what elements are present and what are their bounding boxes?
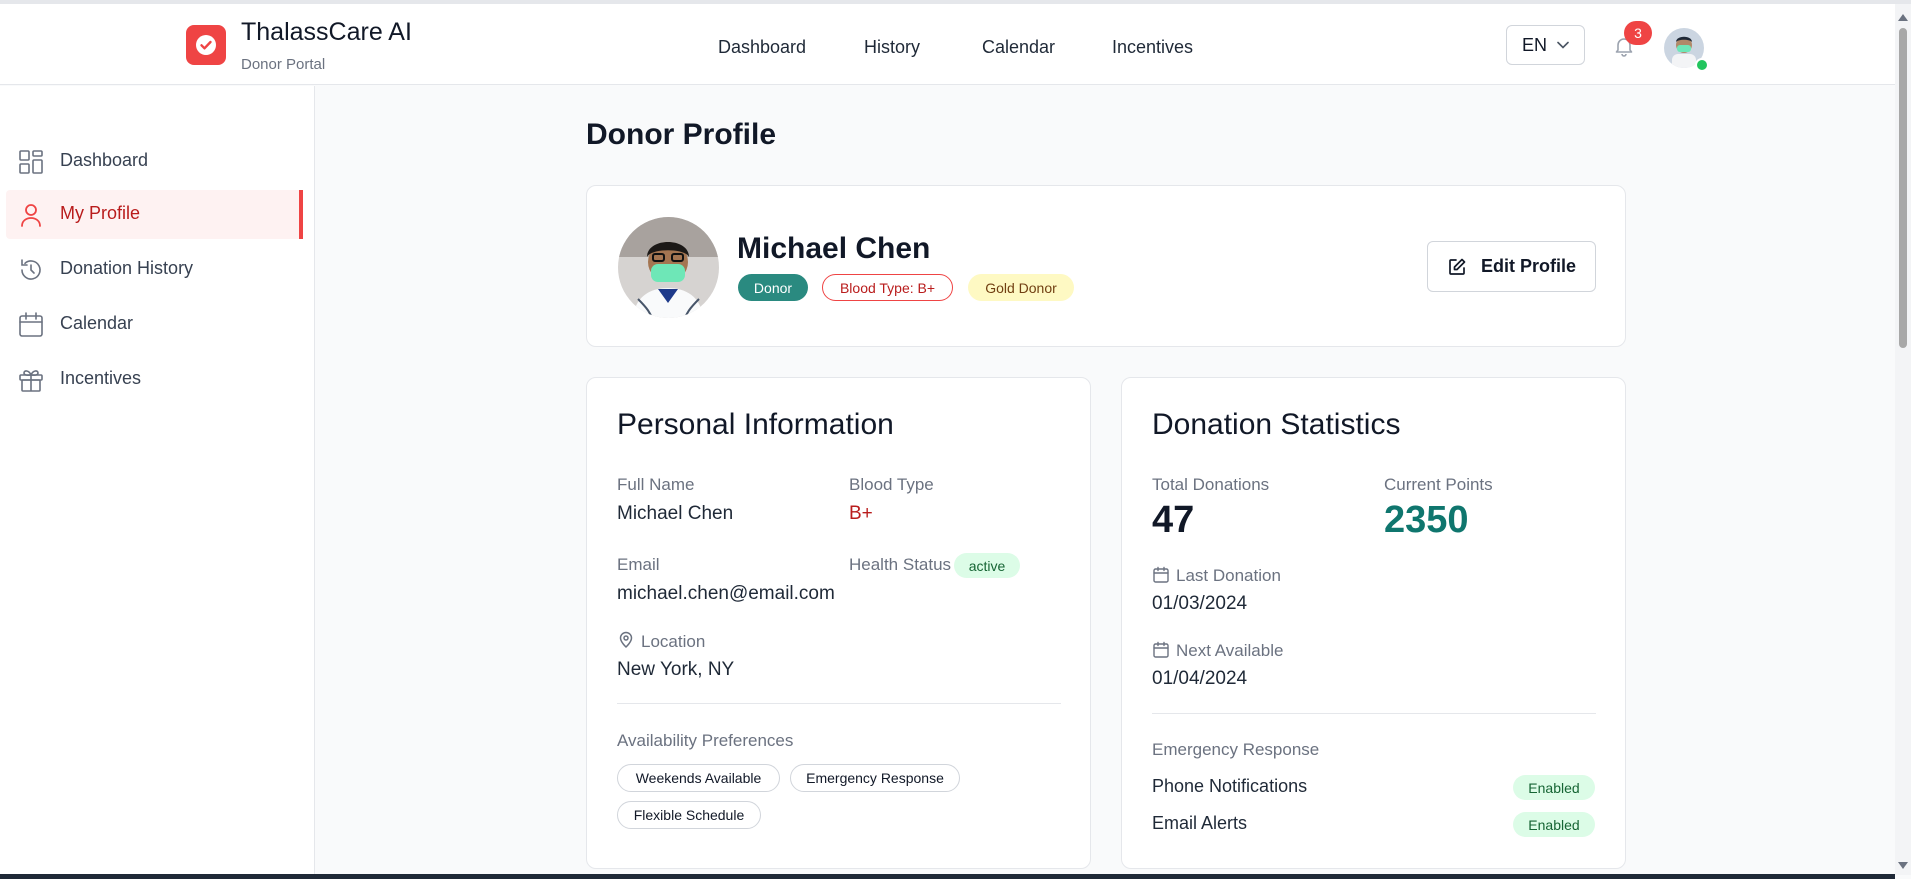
personal-info-title: Personal Information: [617, 408, 894, 441]
dashboard-icon: [19, 150, 43, 174]
phone-notifications-status[interactable]: Enabled: [1513, 775, 1595, 800]
edit-profile-button[interactable]: Edit Profile: [1427, 241, 1596, 292]
sidebar-item-label: My Profile: [60, 203, 141, 223]
availability-chip-weekends: Weekends Available: [617, 764, 780, 792]
availability-chip-flexible: Flexible Schedule: [617, 801, 761, 829]
user-icon: [21, 204, 41, 227]
health-status-badge: active: [954, 553, 1020, 578]
page-title: Donor Profile: [586, 118, 777, 151]
section-divider: [1152, 713, 1596, 714]
email-value: michael.chen@email.com: [617, 583, 835, 604]
sidebar-item-calendar[interactable]: Calendar: [6, 300, 303, 349]
sidebar-item-label: Incentives: [60, 368, 142, 388]
sidebar: Dashboard My Profile Donation History Ca…: [0, 86, 315, 874]
blood-type-label: Blood Type: [849, 475, 934, 494]
sidebar-item-label: Dashboard: [60, 150, 149, 170]
section-divider: [617, 703, 1061, 704]
sidebar-item-label: Calendar: [60, 313, 134, 333]
edit-icon: [1449, 258, 1466, 275]
language-select[interactable]: EN: [1506, 25, 1585, 65]
sidebar-item-donation-history[interactable]: Donation History: [6, 245, 303, 294]
availability-chip-emergency: Emergency Response: [790, 764, 960, 792]
sidebar-item-label: Donation History: [60, 258, 194, 278]
edit-profile-label: Edit Profile: [1480, 256, 1576, 276]
language-value: EN: [1521, 34, 1547, 55]
calendar-icon: [19, 312, 43, 337]
sidebar-item-incentives[interactable]: Incentives: [6, 355, 303, 404]
current-points-value: 2350: [1384, 499, 1469, 541]
app-subtitle: Donor Portal: [241, 56, 326, 73]
role-badge: Donor: [738, 274, 808, 301]
donation-stats-title: Donation Statistics: [1152, 408, 1401, 441]
scroll-down-arrow-icon[interactable]: [1898, 862, 1908, 869]
location-label: Location: [641, 632, 706, 651]
availability-label: Availability Preferences: [617, 731, 794, 750]
profile-name: Michael Chen: [737, 232, 931, 265]
next-available-label: Next Available: [1176, 641, 1284, 660]
map-pin-icon: [619, 631, 633, 649]
app-title: ThalassCare AI: [241, 18, 412, 46]
blood-type-value: B+: [849, 503, 873, 524]
last-donation-value: 01/03/2024: [1152, 593, 1248, 614]
emergency-response-label: Emergency Response: [1152, 740, 1320, 759]
check-badge-icon: [196, 35, 216, 55]
total-donations-label: Total Donations: [1152, 475, 1270, 494]
full-name-label: Full Name: [617, 475, 695, 494]
chevron-down-icon: [1557, 41, 1569, 49]
profile-photo: [618, 217, 719, 318]
notification-count-badge: 3: [1624, 21, 1652, 45]
history-icon: [21, 259, 41, 280]
scroll-up-arrow-icon[interactable]: [1898, 14, 1908, 21]
location-value: New York, NY: [617, 659, 735, 680]
email-label: Email: [617, 555, 660, 574]
donation-stats-card: Donation Statistics Total Donations 47 C…: [1121, 377, 1626, 869]
topnav-history[interactable]: History: [864, 37, 920, 58]
scroll-thumb[interactable]: [1899, 28, 1907, 348]
topnav-dashboard[interactable]: Dashboard: [718, 37, 806, 58]
calendar-icon: [1153, 641, 1169, 658]
app-logo[interactable]: [186, 25, 226, 65]
blood-type-badge: Blood Type: B+: [822, 274, 953, 301]
tier-badge: Gold Donor: [968, 274, 1074, 301]
window-bottom-border: [0, 874, 1895, 879]
gift-icon: [19, 370, 43, 392]
app-header: ThalassCare AI Donor Portal Dashboard Hi…: [0, 4, 1895, 85]
sidebar-item-dashboard[interactable]: Dashboard: [6, 137, 303, 186]
next-available-value: 01/04/2024: [1152, 668, 1248, 689]
calendar-icon: [1153, 566, 1169, 583]
sidebar-item-my-profile[interactable]: My Profile: [6, 190, 303, 239]
last-donation-label: Last Donation: [1176, 566, 1281, 585]
online-status-dot: [1695, 58, 1709, 72]
personal-info-card: Personal Information Full Name Michael C…: [586, 377, 1091, 869]
profile-summary-card: Michael Chen Donor Blood Type: B+ Gold D…: [586, 185, 1626, 347]
email-alerts-status[interactable]: Enabled: [1513, 812, 1595, 837]
full-name-value: Michael Chen: [617, 503, 734, 524]
phone-notifications-label: Phone Notifications: [1152, 776, 1308, 796]
page-scrollbar[interactable]: [1895, 4, 1911, 875]
current-points-label: Current Points: [1384, 475, 1493, 494]
topnav-incentives[interactable]: Incentives: [1112, 37, 1193, 58]
email-alerts-label: Email Alerts: [1152, 813, 1248, 833]
health-status-label: Health Status: [849, 555, 952, 574]
total-donations-value: 47: [1152, 499, 1195, 541]
topnav-calendar[interactable]: Calendar: [982, 37, 1055, 58]
